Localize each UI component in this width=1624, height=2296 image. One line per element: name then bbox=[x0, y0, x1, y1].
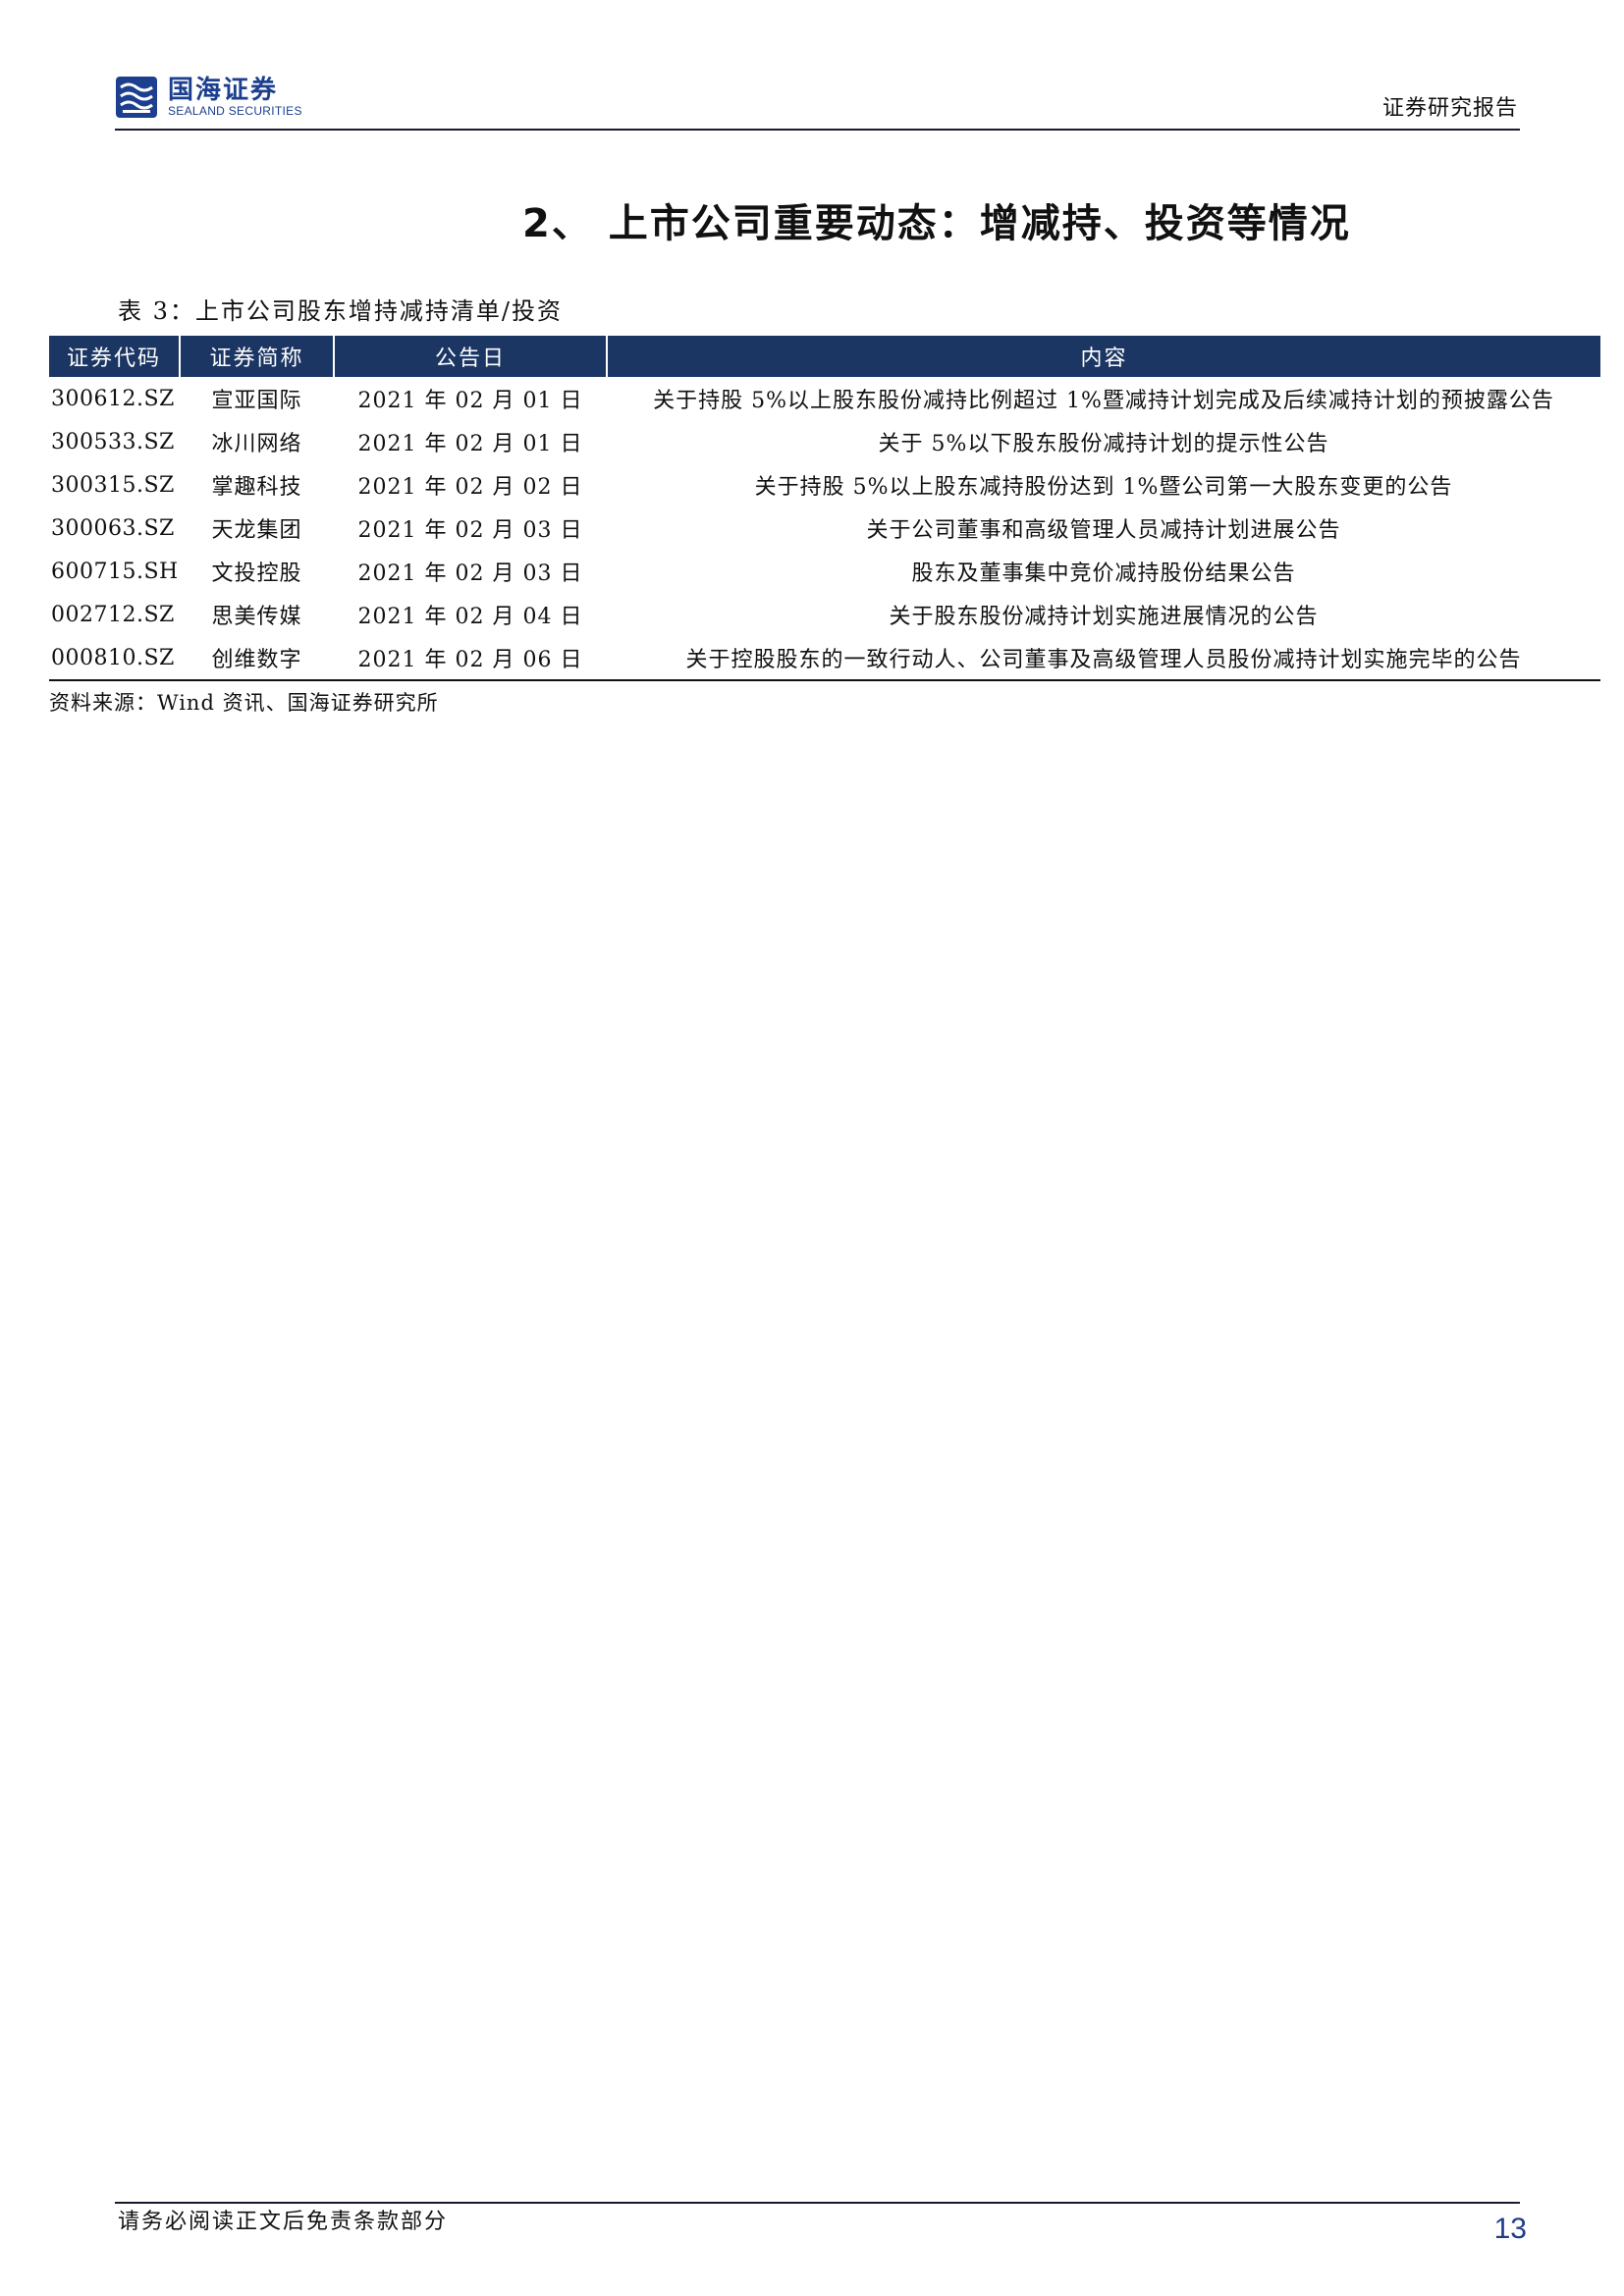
page-number: 13 bbox=[1493, 2213, 1527, 2245]
table-row: 600715.SH 文投控股 2021 年 02 月 03 日 股东及董事集中竞… bbox=[49, 550, 1600, 593]
footer-divider bbox=[115, 2202, 1520, 2204]
cell-content: 关于持股 5%以上股东减持股份达到 1%暨公司第一大股东变更的公告 bbox=[754, 475, 1453, 500]
table-row: 000810.SZ 创维数字 2021 年 02 月 06 日 关于控股股东的一… bbox=[49, 636, 1600, 681]
cell-content: 关于股东股份减持计划实施进展情况的公告 bbox=[889, 605, 1319, 629]
cell-name: 文投控股 bbox=[211, 561, 302, 586]
cell-name: 宣亚国际 bbox=[211, 389, 302, 413]
cell-date: 2021 年 02 月 02 日 bbox=[357, 475, 583, 500]
cell-date: 2021 年 02 月 04 日 bbox=[357, 605, 583, 629]
cell-date: 2021 年 02 月 01 日 bbox=[357, 432, 583, 456]
logo-en-name: SEALAND SECURITIES bbox=[168, 104, 302, 118]
table-row: 300315.SZ 掌趣科技 2021 年 02 月 02 日 关于持股 5%以… bbox=[49, 463, 1600, 507]
cell-date: 2021 年 02 月 01 日 bbox=[357, 389, 583, 413]
column-header-name: 证券简称 bbox=[180, 336, 335, 377]
cell-date: 2021 年 02 月 06 日 bbox=[334, 636, 607, 681]
footer-disclaimer: 请务必阅读正文后免责条款部分 bbox=[118, 2210, 449, 2234]
table-caption: 表 3：上市公司股东增持减持清单/投资 bbox=[118, 297, 563, 325]
cell-name: 掌趣科技 bbox=[211, 475, 302, 500]
sealand-logo: 国海证券 SEALAND SECURITIES bbox=[115, 75, 302, 120]
cell-name: 天龙集团 bbox=[211, 518, 302, 543]
cell-content: 关于持股 5%以上股东股份减持比例超过 1%暨减持计划完成及后续减持计划的预披露… bbox=[653, 389, 1554, 413]
cell-date: 2021 年 02 月 03 日 bbox=[357, 518, 583, 543]
table-source-note: 资料来源：Wind 资讯、国海证券研究所 bbox=[49, 691, 439, 715]
shareholder-change-table: 证券代码 证券简称 公告日 内容 300612.SZ 宣亚国际 2021 年 0… bbox=[49, 336, 1600, 681]
cell-content: 关于公司董事和高级管理人员减持计划进展公告 bbox=[866, 518, 1341, 543]
cell-name: 创维数字 bbox=[180, 636, 334, 681]
sealand-logo-icon bbox=[116, 77, 157, 118]
header-divider bbox=[115, 129, 1520, 131]
table-row: 300063.SZ 天龙集团 2021 年 02 月 03 日 关于公司董事和高… bbox=[49, 507, 1600, 550]
cell-content: 关于控股股东的一致行动人、公司董事及高级管理人员股份减持计划实施完毕的公告 bbox=[607, 636, 1600, 681]
table-header-row: 证券代码 证券简称 公告日 内容 bbox=[49, 336, 1600, 377]
cell-code: 600715.SH bbox=[51, 559, 179, 584]
table-row: 300533.SZ 冰川网络 2021 年 02 月 01 日 关于 5%以下股… bbox=[49, 420, 1600, 463]
section-title: 2、 上市公司重要动态：增减持、投资等情况 bbox=[522, 201, 1351, 246]
cell-content: 股东及董事集中竞价减持股份结果公告 bbox=[911, 561, 1296, 586]
cell-code: 300315.SZ bbox=[51, 472, 175, 498]
cell-code: 002712.SZ bbox=[51, 602, 175, 627]
cell-name: 思美传媒 bbox=[211, 605, 302, 629]
cell-content: 关于 5%以下股东股份减持计划的提示性公告 bbox=[878, 432, 1329, 456]
cell-code: 300063.SZ bbox=[51, 515, 175, 541]
column-header-content: 内容 bbox=[607, 336, 1600, 377]
cell-name: 冰川网络 bbox=[211, 432, 302, 456]
table-row: 300612.SZ 宣亚国际 2021 年 02 月 01 日 关于持股 5%以… bbox=[49, 377, 1600, 420]
cell-code: 000810.SZ bbox=[49, 636, 180, 681]
column-header-date: 公告日 bbox=[334, 336, 608, 377]
cell-code: 300533.SZ bbox=[51, 429, 175, 454]
report-type-label: 证券研究报告 bbox=[1381, 96, 1518, 121]
table-row: 002712.SZ 思美传媒 2021 年 02 月 04 日 关于股东股份减持… bbox=[49, 593, 1600, 636]
column-header-code: 证券代码 bbox=[49, 336, 181, 377]
logo-wordmark: 国海证券 SEALAND SECURITIES bbox=[168, 77, 302, 118]
cell-date: 2021 年 02 月 03 日 bbox=[357, 561, 583, 586]
report-page: 国海证券 SEALAND SECURITIES 证券研究报告 2、 上市公司重要… bbox=[0, 0, 1624, 2296]
logo-cn-name: 国海证券 bbox=[168, 76, 279, 105]
cell-code: 300612.SZ bbox=[51, 386, 175, 411]
